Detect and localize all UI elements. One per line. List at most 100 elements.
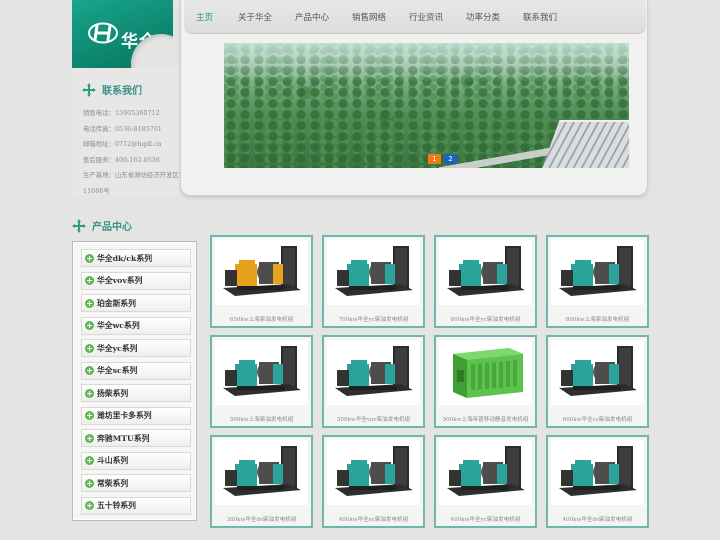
nav-contact[interactable]: 联系我们 [523,11,557,23]
category-label: 扬柴系列 [97,388,129,398]
product-card[interactable]: 600kw华全cs柴油发电机组 [546,335,649,428]
product-caption[interactable]: 500kw华全vov柴油发电机组 [324,415,423,423]
product-card[interactable]: 400kw华全sc柴油发电机组 [322,435,425,528]
diesel-generator-icon [447,446,525,496]
enclosed-generator-icon [453,348,523,398]
category-item[interactable]: 潍坊里卡多系列 [81,406,191,425]
plus-icon [85,411,94,420]
category-label: 潍坊里卡多系列 [97,411,152,420]
nav-power-categories[interactable]: 功率分类 [466,11,500,23]
product-card[interactable]: 400kw华全yc柴油发电机组 [434,435,537,528]
products-heading: 产品中心 [72,218,132,233]
product-card[interactable]: 500kw华全vov柴油发电机组 [322,335,425,428]
product-caption[interactable]: 400kw华全sc柴油发电机组 [324,515,423,523]
plus-icon [85,433,94,443]
category-item[interactable]: 珀金斯系列 [81,294,191,312]
logo[interactable]: 华全 [72,0,173,68]
contact-heading: 联系我们 [82,82,142,97]
product-caption[interactable]: 500kw上海帝普移动静音发电机组 [436,415,535,423]
plus-icon [85,366,94,375]
product-image[interactable] [215,440,308,505]
product-caption[interactable]: 800kw华全yc柴油发电机组 [436,315,535,323]
product-caption[interactable]: 800kw上海柴油发电机组 [548,315,647,323]
product-card[interactable]: 650kw上海柴油发电机组 [210,235,313,328]
diesel-generator-icon [223,346,301,396]
category-item[interactable]: 华全wc系列 [81,316,191,335]
nav-about[interactable]: 关于华全 [238,11,272,23]
product-caption[interactable]: 500kw上海柴油发电机组 [212,415,311,423]
category-label: 华全vov系列 [97,276,143,285]
plus-icon [85,478,94,488]
product-caption[interactable]: 650kw上海柴油发电机组 [212,315,311,323]
category-item[interactable]: 华全vov系列 [81,271,191,290]
product-image[interactable] [327,340,420,405]
category-item[interactable]: 华全yc系列 [81,339,191,357]
banner-fog [224,43,629,83]
diesel-generator-icon [447,246,525,296]
category-item[interactable]: 五十铃系列 [81,496,191,515]
product-image[interactable] [215,340,308,405]
plus-icon [85,501,94,510]
product-caption[interactable]: 380kw华全ds柴油发电机组 [212,515,311,523]
nav-news[interactable]: 行业资讯 [409,11,443,23]
product-card[interactable]: 400kw华全ds柴油发电机组 [546,435,649,528]
product-image[interactable] [439,340,532,405]
product-image[interactable] [551,340,644,405]
banner-page-1[interactable]: 1 [428,154,441,164]
category-item[interactable]: 华全dk/ck系列 [81,249,191,267]
contact-title: 联系我们 [102,86,142,97]
product-card[interactable]: 500kw上海柴油发电机组 [210,335,313,428]
nav-products[interactable]: 产品中心 [295,11,329,23]
banner-page-2[interactable]: 2 [444,154,457,164]
diesel-generator-icon [335,246,413,296]
category-label: 华全dk/ck系列 [97,253,153,263]
product-caption[interactable]: 400kw华全ds柴油发电机组 [548,515,647,523]
product-image[interactable] [215,240,308,305]
main-nav: 主页 关于华全 产品中心 销售网络 行业资讯 功率分类 联系我们 [184,0,646,34]
product-image[interactable] [327,240,420,305]
product-image[interactable] [551,240,644,305]
product-image[interactable] [439,440,532,505]
product-image[interactable] [439,240,532,305]
category-item[interactable]: 华全sc系列 [81,361,191,380]
product-image[interactable] [327,440,420,505]
product-card[interactable]: 800kw上海柴油发电机组 [546,235,649,328]
product-card[interactable]: 500kw上海帝普移动静音发电机组 [434,335,537,428]
product-caption[interactable]: 400kw华全yc柴油发电机组 [436,515,535,523]
diesel-generator-icon [335,346,413,396]
product-card[interactable]: 700kw华全yc柴油发电机组 [322,235,425,328]
nav-home[interactable]: 主页 [196,11,213,23]
product-caption[interactable]: 700kw华全yc柴油发电机组 [324,315,423,323]
product-image[interactable] [551,440,644,505]
products-section-title: 产品中心 [92,222,132,233]
plus-icon [85,276,94,285]
plus-icon [85,298,94,308]
diesel-generator-icon [223,246,301,296]
plus-icon [85,343,94,353]
category-label: 华全sc系列 [97,366,138,375]
category-label: 斗山系列 [97,456,129,465]
hero-banner [224,43,629,168]
diesel-generator-icon [559,246,637,296]
plus-icon [85,253,94,263]
category-label: 珀金斯系列 [97,298,136,308]
product-card[interactable]: 380kw华全ds柴油发电机组 [210,435,313,528]
plus-icon [85,321,94,330]
category-item[interactable]: 常柴系列 [81,474,191,492]
category-item[interactable]: 奔驰MTU系列 [81,429,191,447]
plus-icon [85,388,94,398]
diesel-generator-icon [223,446,301,496]
category-label: 华全yc系列 [97,343,138,353]
diesel-generator-icon [335,446,413,496]
product-card[interactable]: 800kw华全yc柴油发电机组 [434,235,537,328]
diesel-generator-icon [559,446,637,496]
brand-name: 华全 [121,32,157,52]
category-item[interactable]: 斗山系列 [81,451,191,470]
product-caption[interactable]: 600kw华全cs柴油发电机组 [548,415,647,423]
category-list: 华全dk/ck系列 华全vov系列 珀金斯系列华全wc系列华全yc系列 华全sc系列扬… [72,241,197,521]
nav-sales-network[interactable]: 销售网络 [352,11,386,23]
category-label: 奔驰MTU系列 [97,433,150,443]
brand-h-icon [88,22,118,44]
category-label: 五十铃系列 [97,501,136,510]
category-item[interactable]: 扬柴系列 [81,384,191,402]
